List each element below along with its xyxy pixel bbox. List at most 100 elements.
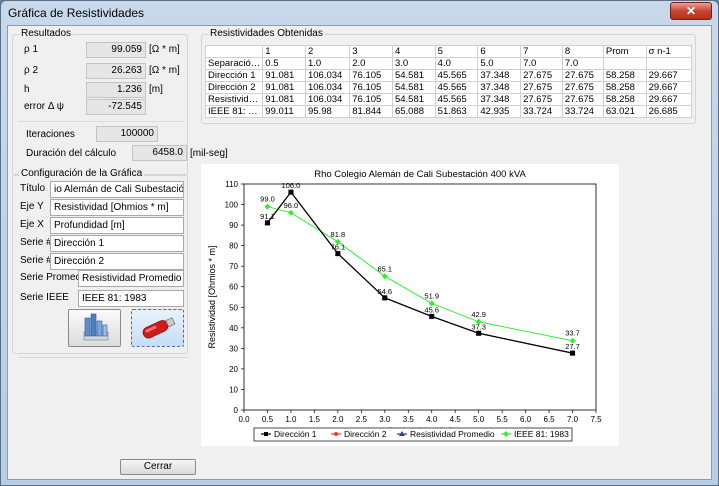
table-cell[interactable]: 76.105 [349, 81, 393, 94]
table-cell[interactable]: 45.565 [434, 93, 479, 106]
x-tick-label: 5.0 [473, 415, 485, 424]
y-tick-label: 110 [225, 180, 238, 189]
legend-entry: Resistividad Promedio [410, 429, 495, 439]
series1-input[interactable]: Dirección 1 [50, 235, 184, 252]
table-cell[interactable]: 5.0 [477, 57, 522, 70]
table-row[interactable]: IEEE 81: … 99.011 95.98 81.844 65.088 51.863 4… [204, 105, 693, 118]
duration-value: 6458.0 [132, 145, 187, 161]
results-divider [18, 121, 183, 122]
table-cell[interactable]: 7.0 [520, 57, 563, 70]
config-y-axis-label: Eje Y [20, 201, 44, 212]
table-cell[interactable]: 106.034 [304, 93, 351, 106]
table-cell[interactable]: 106.034 [304, 69, 351, 82]
ieee-series-input[interactable]: IEEE 81: 1983 [78, 290, 184, 307]
table-header-cell: 3 [349, 45, 393, 58]
config-x-axis-label: Eje X [20, 219, 44, 230]
table-cell[interactable]: 58.258 [602, 93, 647, 106]
table-cell[interactable]: 95.98 [304, 105, 351, 118]
table-cell[interactable]: 27.675 [561, 93, 604, 106]
table-cell[interactable]: 33.724 [520, 105, 563, 118]
table-cell[interactable]: 91.081 [262, 93, 306, 106]
table-cell[interactable]: 7.0 [561, 57, 604, 70]
series-line [267, 191, 573, 354]
resistivities-table[interactable]: 1 2 3 4 5 6 7 8 Prom σ n-1 Separació… 0.5… [204, 45, 693, 118]
table-cell[interactable]: 0.5 [262, 57, 306, 70]
table-row[interactable]: Separació… 0.5 1.0 2.0 3.0 4.0 5.0 7.0 7.0 [204, 57, 693, 70]
table-cell[interactable]: 2.0 [349, 57, 393, 70]
table-cell[interactable]: 54.581 [391, 69, 436, 82]
table-row-header-cell[interactable]: Resistivid… [204, 93, 264, 106]
table-cell[interactable]: 65.088 [391, 105, 436, 118]
chart-title-input[interactable]: io Alemán de Cali Subestación 400 kVA [50, 181, 184, 198]
x-tick-label: 4.5 [450, 415, 462, 424]
export-usb-button[interactable] [131, 309, 184, 347]
iterations-value: 100000 [96, 126, 158, 142]
table-cell[interactable]: 27.675 [561, 69, 604, 82]
table-row[interactable]: Dirección 1 91.081 106.034 76.105 54.581 45.5… [204, 69, 693, 82]
table-cell[interactable] [645, 57, 693, 70]
table-header-cell: 4 [391, 45, 436, 58]
table-row[interactable]: Dirección 2 91.081 106.034 76.105 54.581 45.5… [204, 81, 693, 94]
table-row-header-cell[interactable]: IEEE 81: … [204, 105, 264, 118]
duration-unit: [mil-seg] [190, 148, 228, 159]
table-cell[interactable]: 106.034 [304, 81, 351, 94]
table-cell[interactable]: 27.675 [561, 81, 604, 94]
series-line [266, 191, 573, 354]
table-cell[interactable]: 29.667 [645, 69, 693, 82]
table-row-header-cell[interactable]: Separació… [204, 57, 264, 70]
table-cell[interactable]: 54.581 [391, 81, 436, 94]
table-cell[interactable]: 3.0 [391, 57, 436, 70]
table-cell[interactable]: 63.021 [602, 105, 647, 118]
table-cell[interactable]: 37.348 [477, 93, 522, 106]
table-cell[interactable]: 42.935 [477, 105, 522, 118]
table-row-header-cell[interactable]: Dirección 2 [204, 81, 264, 94]
table-cell[interactable]: 54.581 [391, 93, 436, 106]
table-cell[interactable]: 76.105 [349, 69, 393, 82]
table-cell[interactable]: 51.863 [434, 105, 479, 118]
table-cell[interactable]: 45.565 [434, 81, 479, 94]
y-tick-label: 60 [229, 283, 238, 292]
table-cell[interactable]: 1.0 [304, 57, 351, 70]
table-cell[interactable]: 58.258 [602, 69, 647, 82]
x-tick-label: 4.0 [426, 415, 438, 424]
table-cell[interactable]: 29.667 [645, 93, 693, 106]
table-cell[interactable]: 37.348 [477, 81, 522, 94]
table-cell[interactable]: 27.675 [520, 69, 563, 82]
table-cell[interactable]: 76.105 [349, 93, 393, 106]
y-axis-input[interactable]: Resistividad [Ohmios * m] [50, 199, 184, 216]
x-tick-label: 2.5 [356, 415, 368, 424]
table-cell[interactable] [602, 57, 647, 70]
table-cell[interactable]: 4.0 [434, 57, 479, 70]
table-cell[interactable]: 37.348 [477, 69, 522, 82]
table-header-cell: Prom [602, 45, 647, 58]
table-cell[interactable]: 27.675 [520, 81, 563, 94]
table-header-cell [204, 45, 264, 58]
table-cell[interactable]: 81.844 [349, 105, 393, 118]
data-point [288, 189, 294, 195]
table-cell[interactable]: 29.667 [645, 81, 693, 94]
resistivity-chart: Rho Colegio Alemán de Cali Subestación 4… [201, 164, 619, 446]
table-row-header-cell[interactable]: Dirección 1 [204, 69, 264, 82]
table-cell[interactable]: 91.081 [262, 81, 306, 94]
table-cell[interactable]: 45.565 [434, 69, 479, 82]
table-cell[interactable]: 99.011 [262, 105, 306, 118]
cerrar-button[interactable]: Cerrar [120, 459, 196, 475]
close-button[interactable]: ✕ [670, 2, 712, 20]
y-axis-label: Resistividad [Ohmios * m] [207, 245, 217, 348]
x-tick-label: 6.5 [544, 415, 556, 424]
data-label: 42.9 [471, 310, 486, 319]
table-row[interactable]: Resistivid… 91.081 106.034 76.105 54.581 45.5… [204, 93, 693, 106]
table-cell[interactable]: 58.258 [602, 81, 647, 94]
table-cell[interactable]: 91.081 [262, 69, 306, 82]
table-cell[interactable]: 33.724 [561, 105, 604, 118]
data-point [264, 203, 271, 210]
table-cell[interactable]: 26.685 [645, 105, 693, 118]
data-point [570, 350, 576, 356]
series2-input[interactable]: Dirección 2 [50, 253, 184, 270]
y-tick-label: 30 [229, 344, 238, 353]
average-series-input[interactable]: Resistividad Promedio [78, 270, 184, 287]
x-axis-input[interactable]: Profundidad [m] [50, 217, 184, 234]
generate-chart-button[interactable] [68, 309, 121, 347]
rho2-value: 26.263 [86, 63, 146, 79]
table-cell[interactable]: 27.675 [520, 93, 563, 106]
